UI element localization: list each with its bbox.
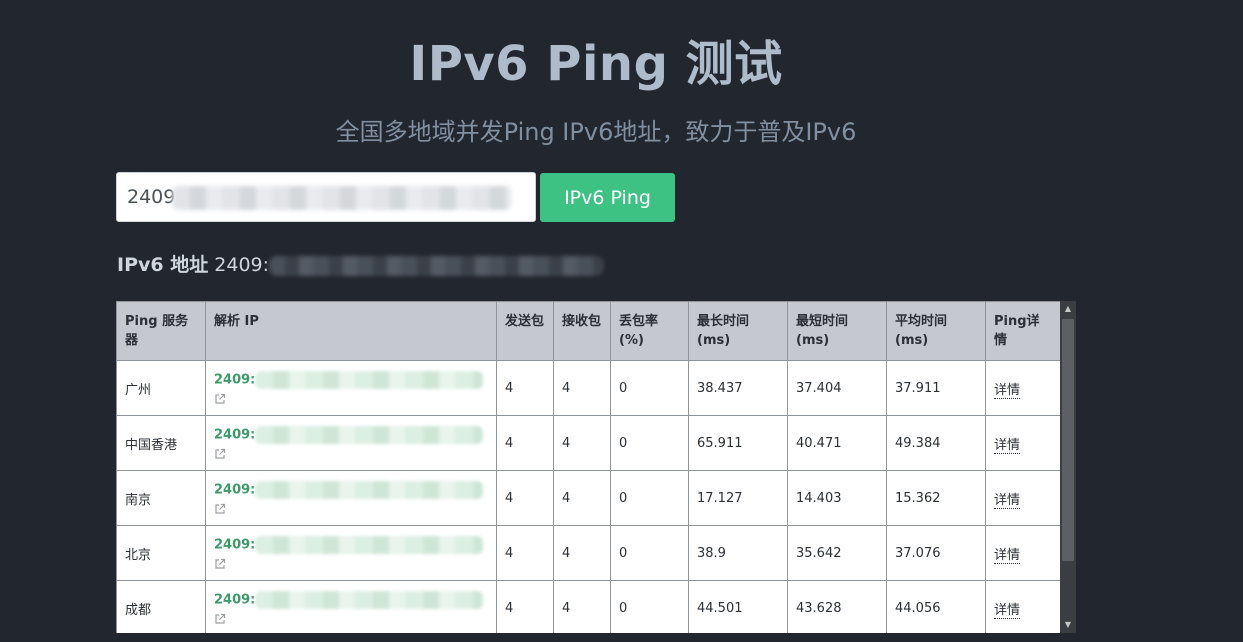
header-sent: 发送包 bbox=[496, 301, 554, 361]
resolved-address-line: IPv6 地址 2409: bbox=[117, 252, 605, 278]
scroll-down-arrow-icon[interactable]: ▼ bbox=[1060, 617, 1076, 633]
cell-loss: 0 bbox=[610, 580, 689, 633]
cell-avg: 15.362 bbox=[886, 470, 986, 526]
cell-received: 4 bbox=[553, 470, 611, 526]
header-server: Ping 服务器 bbox=[116, 301, 206, 361]
cell-loss: 0 bbox=[610, 525, 689, 581]
external-link-icon[interactable] bbox=[214, 503, 226, 515]
ip-link[interactable]: 2409: bbox=[214, 538, 255, 553]
redacted-ip bbox=[255, 426, 484, 444]
ip-link[interactable]: 2409: bbox=[214, 483, 255, 498]
cell-server: 广州 bbox=[116, 360, 206, 416]
cell-server: 成都 bbox=[116, 580, 206, 633]
page-subtitle: 全国多地域并发Ping IPv6地址，致力于普及IPv6 bbox=[335, 118, 857, 146]
ping-results-table: Ping 服务器 解析 IP 发送包 接收包 丢包率(%) 最长时间(ms) 最… bbox=[116, 301, 1060, 633]
address-value: 2409: bbox=[214, 254, 270, 276]
cell-avg: 44.056 bbox=[886, 580, 986, 633]
ip-link[interactable]: 2409: bbox=[214, 593, 255, 608]
detail-link[interactable]: 详情 bbox=[994, 547, 1021, 564]
cell-avg: 49.384 bbox=[886, 415, 986, 471]
redacted-address bbox=[269, 255, 605, 276]
cell-received: 4 bbox=[553, 415, 611, 471]
redacted-ip bbox=[255, 371, 484, 389]
header-avg: 平均时间(ms) bbox=[886, 301, 986, 361]
external-link-icon[interactable] bbox=[214, 613, 226, 625]
cell-received: 4 bbox=[553, 525, 611, 581]
cell-max: 65.911 bbox=[688, 415, 788, 471]
table-row: 中国香港 2409: 4 4 0 65.911 40.471 49.384 详情 bbox=[116, 415, 1060, 471]
scroll-up-arrow-icon[interactable]: ▲ bbox=[1060, 301, 1076, 317]
cell-max: 38.9 bbox=[688, 525, 788, 581]
cell-ip: 2409: bbox=[205, 415, 497, 471]
table-row: 北京 2409: 4 4 0 38.9 35.642 37.076 详情 bbox=[116, 525, 1060, 581]
cell-ip: 2409: bbox=[205, 580, 497, 633]
cell-avg: 37.911 bbox=[886, 360, 986, 416]
header-ip: 解析 IP bbox=[205, 301, 497, 361]
header-max: 最长时间(ms) bbox=[688, 301, 788, 361]
cell-loss: 0 bbox=[610, 415, 689, 471]
redacted-input-text bbox=[172, 186, 512, 210]
redacted-ip bbox=[255, 591, 484, 609]
cell-sent: 4 bbox=[496, 580, 554, 633]
cell-server: 中国香港 bbox=[116, 415, 206, 471]
header-min: 最短时间(ms) bbox=[787, 301, 887, 361]
cell-detail: 详情 bbox=[985, 525, 1060, 581]
cell-detail: 详情 bbox=[985, 580, 1060, 633]
cell-sent: 4 bbox=[496, 525, 554, 581]
cell-min: 14.403 bbox=[787, 470, 887, 526]
ip-link[interactable]: 2409: bbox=[214, 428, 255, 443]
cell-server: 北京 bbox=[116, 525, 206, 581]
cell-max: 17.127 bbox=[688, 470, 788, 526]
cell-max: 44.501 bbox=[688, 580, 788, 633]
cell-detail: 详情 bbox=[985, 470, 1060, 526]
cell-ip: 2409: bbox=[205, 470, 497, 526]
cell-sent: 4 bbox=[496, 360, 554, 416]
ip-link[interactable]: 2409: bbox=[214, 373, 255, 388]
cell-ip: 2409: bbox=[205, 525, 497, 581]
external-link-icon[interactable] bbox=[214, 448, 226, 460]
cell-sent: 4 bbox=[496, 415, 554, 471]
detail-link[interactable]: 详情 bbox=[994, 382, 1021, 399]
cell-min: 35.642 bbox=[787, 525, 887, 581]
cell-server: 南京 bbox=[116, 470, 206, 526]
ipv6-ping-button[interactable]: IPv6 Ping bbox=[540, 173, 675, 222]
cell-received: 4 bbox=[553, 580, 611, 633]
table-row: 南京 2409: 4 4 0 17.127 14.403 15.362 详情 bbox=[116, 470, 1060, 526]
scrollbar-thumb[interactable] bbox=[1062, 319, 1074, 561]
cell-detail: 详情 bbox=[985, 360, 1060, 416]
cell-detail: 详情 bbox=[985, 415, 1060, 471]
cell-received: 4 bbox=[553, 360, 611, 416]
detail-link[interactable]: 详情 bbox=[994, 492, 1021, 509]
table-scrollbar[interactable]: ▲ ▼ bbox=[1060, 301, 1076, 633]
page-title: IPv6 Ping 测试 bbox=[409, 36, 783, 92]
cell-avg: 37.076 bbox=[886, 525, 986, 581]
table-row: 广州 2409: 4 4 0 38.437 37.404 37.911 详情 bbox=[116, 360, 1060, 416]
address-label: IPv6 地址 bbox=[117, 254, 209, 276]
external-link-icon[interactable] bbox=[214, 393, 226, 405]
table-header-row: Ping 服务器 解析 IP 发送包 接收包 丢包率(%) 最长时间(ms) 最… bbox=[116, 301, 1060, 361]
cell-loss: 0 bbox=[610, 470, 689, 526]
header-loss: 丢包率(%) bbox=[610, 301, 689, 361]
cell-loss: 0 bbox=[610, 360, 689, 416]
redacted-ip bbox=[255, 536, 484, 554]
detail-link[interactable]: 详情 bbox=[994, 437, 1021, 454]
external-link-icon[interactable] bbox=[214, 558, 226, 570]
cell-sent: 4 bbox=[496, 470, 554, 526]
cell-min: 40.471 bbox=[787, 415, 887, 471]
cell-min: 43.628 bbox=[787, 580, 887, 633]
detail-link[interactable]: 详情 bbox=[994, 602, 1021, 619]
header-detail: Ping详情 bbox=[985, 301, 1060, 361]
cell-max: 38.437 bbox=[688, 360, 788, 416]
table-row: 成都 2409: 4 4 0 44.501 43.628 44.056 详情 bbox=[116, 580, 1060, 633]
cell-ip: 2409: bbox=[205, 360, 497, 416]
header-received: 接收包 bbox=[553, 301, 611, 361]
cell-min: 37.404 bbox=[787, 360, 887, 416]
redacted-ip bbox=[255, 481, 484, 499]
